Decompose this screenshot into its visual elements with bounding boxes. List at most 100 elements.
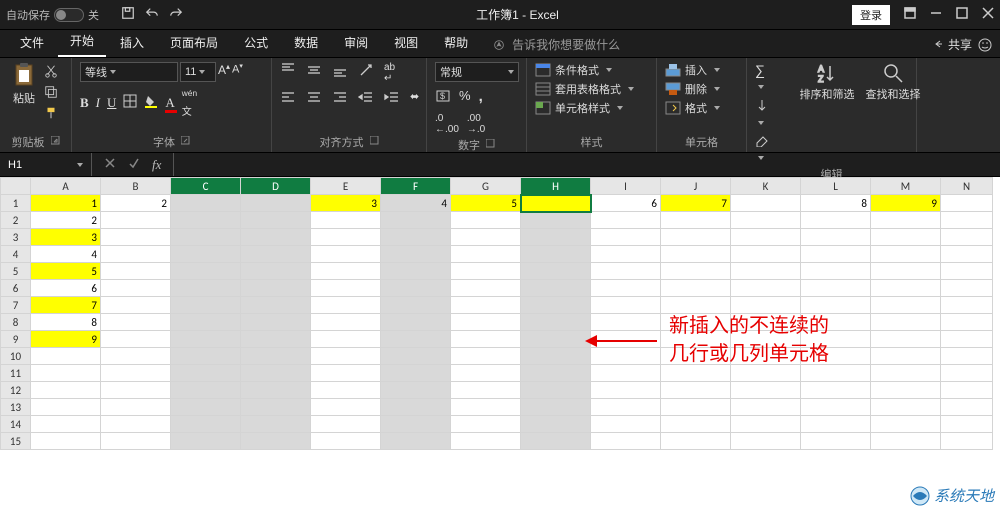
- cell-D6[interactable]: [241, 280, 311, 297]
- cell-A14[interactable]: [31, 416, 101, 433]
- cell-D4[interactable]: [241, 246, 311, 263]
- cell-E13[interactable]: [311, 399, 381, 416]
- col-header-A[interactable]: A: [31, 178, 101, 195]
- cell-L12[interactable]: [801, 382, 871, 399]
- cell-C7[interactable]: [171, 297, 241, 314]
- merge-button[interactable]: ⬌: [410, 90, 419, 109]
- cell-B6[interactable]: [101, 280, 171, 297]
- cell-M1[interactable]: 9: [871, 195, 941, 212]
- cell-H5[interactable]: [521, 263, 591, 280]
- increase-indent-icon[interactable]: [384, 90, 400, 109]
- tab-insert[interactable]: 插入: [108, 30, 156, 57]
- col-header-F[interactable]: F: [381, 178, 451, 195]
- cell-G14[interactable]: [451, 416, 521, 433]
- cell-D14[interactable]: [241, 416, 311, 433]
- cell-C13[interactable]: [171, 399, 241, 416]
- cell-A6[interactable]: 6: [31, 280, 101, 297]
- cell-E10[interactable]: [311, 348, 381, 365]
- decrease-decimal-icon[interactable]: .00→.0: [467, 113, 485, 135]
- row-header-5[interactable]: 5: [1, 263, 31, 280]
- cell-J5[interactable]: [661, 263, 731, 280]
- cell-J2[interactable]: [661, 212, 731, 229]
- cell-F10[interactable]: [381, 348, 451, 365]
- cell-E1[interactable]: 3: [311, 195, 381, 212]
- cell-F7[interactable]: [381, 297, 451, 314]
- underline-button[interactable]: U: [107, 95, 116, 111]
- cell-D3[interactable]: [241, 229, 311, 246]
- cell-L7[interactable]: [801, 297, 871, 314]
- cell-C8[interactable]: [171, 314, 241, 331]
- cell-C15[interactable]: [171, 433, 241, 450]
- italic-button[interactable]: I: [96, 95, 100, 111]
- cell-D11[interactable]: [241, 365, 311, 382]
- cell-G3[interactable]: [451, 229, 521, 246]
- cell-A2[interactable]: 2: [31, 212, 101, 229]
- copy-icon[interactable]: [44, 85, 58, 102]
- cell-L5[interactable]: [801, 263, 871, 280]
- cell-G2[interactable]: [451, 212, 521, 229]
- cell-J15[interactable]: [661, 433, 731, 450]
- cell-K6[interactable]: [731, 280, 801, 297]
- cell-G11[interactable]: [451, 365, 521, 382]
- cell-H14[interactable]: [521, 416, 591, 433]
- cell-N11[interactable]: [941, 365, 993, 382]
- col-header-M[interactable]: M: [871, 178, 941, 195]
- cell-M10[interactable]: [871, 348, 941, 365]
- cut-icon[interactable]: [44, 64, 58, 81]
- cell-B1[interactable]: 2: [101, 195, 171, 212]
- cell-N7[interactable]: [941, 297, 993, 314]
- row-header-4[interactable]: 4: [1, 246, 31, 263]
- row-header-12[interactable]: 12: [1, 382, 31, 399]
- cell-E4[interactable]: [311, 246, 381, 263]
- align-middle-icon[interactable]: [306, 62, 322, 84]
- undo-icon[interactable]: [145, 6, 159, 23]
- cell-A13[interactable]: [31, 399, 101, 416]
- cell-N3[interactable]: [941, 229, 993, 246]
- cell-B7[interactable]: [101, 297, 171, 314]
- cell-C9[interactable]: [171, 331, 241, 348]
- maximize-icon[interactable]: [956, 7, 968, 22]
- cell-L6[interactable]: [801, 280, 871, 297]
- row-header-9[interactable]: 9: [1, 331, 31, 348]
- cell-C1[interactable]: [171, 195, 241, 212]
- redo-icon[interactable]: [169, 6, 183, 23]
- cell-G5[interactable]: [451, 263, 521, 280]
- cell-N8[interactable]: [941, 314, 993, 331]
- delete-cells-button[interactable]: 删除: [665, 81, 738, 97]
- paste-button[interactable]: 粘贴: [8, 62, 40, 126]
- cell-E14[interactable]: [311, 416, 381, 433]
- phonetic-icon[interactable]: wén文: [182, 88, 197, 118]
- cell-B5[interactable]: [101, 263, 171, 280]
- cell-H1[interactable]: [521, 195, 591, 212]
- tab-help[interactable]: 帮助: [432, 30, 480, 57]
- cell-J6[interactable]: [661, 280, 731, 297]
- cell-B13[interactable]: [101, 399, 171, 416]
- share-button[interactable]: 共享: [932, 36, 972, 53]
- cell-N9[interactable]: [941, 331, 993, 348]
- cell-K15[interactable]: [731, 433, 801, 450]
- autosave-toggle[interactable]: 自动保存 关: [6, 7, 99, 23]
- cell-B2[interactable]: [101, 212, 171, 229]
- cell-L4[interactable]: [801, 246, 871, 263]
- cell-C5[interactable]: [171, 263, 241, 280]
- font-size-select[interactable]: 11: [180, 62, 216, 82]
- cell-H9[interactable]: [521, 331, 591, 348]
- cell-E6[interactable]: [311, 280, 381, 297]
- cell-N15[interactable]: [941, 433, 993, 450]
- cell-L1[interactable]: 8: [801, 195, 871, 212]
- wrap-text-button[interactable]: ab↵: [384, 62, 395, 84]
- cell-F13[interactable]: [381, 399, 451, 416]
- cell-D15[interactable]: [241, 433, 311, 450]
- cell-E5[interactable]: [311, 263, 381, 280]
- align-right-icon[interactable]: [332, 90, 348, 109]
- fill-icon[interactable]: [755, 98, 769, 129]
- cell-M3[interactable]: [871, 229, 941, 246]
- cell-I6[interactable]: [591, 280, 661, 297]
- cell-N2[interactable]: [941, 212, 993, 229]
- cell-H12[interactable]: [521, 382, 591, 399]
- cell-C6[interactable]: [171, 280, 241, 297]
- cell-G12[interactable]: [451, 382, 521, 399]
- cell-M5[interactable]: [871, 263, 941, 280]
- percent-icon[interactable]: %: [459, 88, 471, 107]
- comma-icon[interactable]: ,: [479, 88, 483, 107]
